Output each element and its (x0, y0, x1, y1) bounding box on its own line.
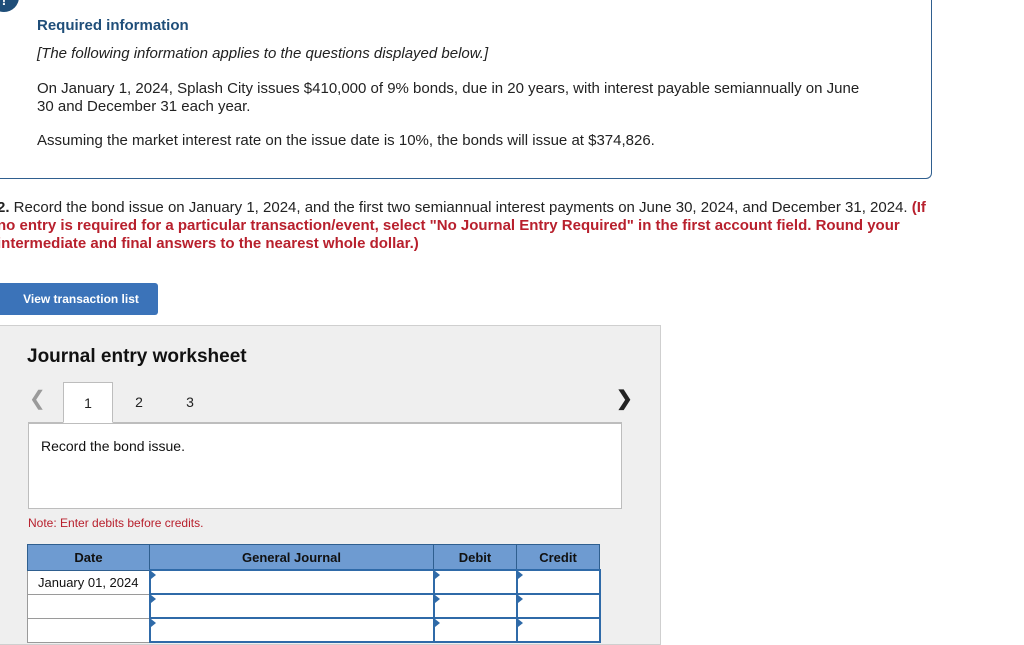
debit-input[interactable] (432, 617, 518, 643)
account-select[interactable] (148, 617, 435, 643)
date-cell: January 01, 2024 (27, 569, 150, 595)
tab-2[interactable]: 2 (114, 382, 164, 422)
table-header-row: Date General Journal Debit Credit (27, 544, 600, 571)
column-header-date: Date (27, 544, 150, 571)
credit-input[interactable] (515, 617, 601, 643)
column-header-general-journal: General Journal (149, 544, 434, 571)
tab-1[interactable]: 1 (63, 382, 113, 423)
account-select[interactable] (148, 569, 435, 595)
date-cell (27, 617, 150, 643)
journal-table: Date General Journal Debit Credit Januar… (27, 544, 601, 643)
column-header-credit: Credit (516, 544, 600, 571)
date-cell (27, 593, 150, 619)
tab-3[interactable]: 3 (165, 382, 215, 422)
table-row: January 01, 2024 (27, 569, 601, 595)
table-row (27, 617, 601, 643)
credit-input[interactable] (515, 569, 601, 595)
info-icon: ! (0, 0, 19, 12)
question-body: Record the bond issue on January 1, 2024… (9, 199, 912, 216)
worksheet-title: Journal entry worksheet (27, 346, 247, 367)
question-number: 2. (0, 199, 10, 216)
account-select[interactable] (148, 593, 435, 619)
chevron-right-icon[interactable]: ❯ (616, 386, 633, 411)
transaction-description-box: Record the bond issue. (28, 423, 622, 509)
required-information-panel: ! Required information [The following in… (0, 0, 932, 179)
debit-input[interactable] (432, 569, 518, 595)
chevron-left-icon[interactable]: ❮ (29, 386, 46, 411)
transaction-description: Record the bond issue. (41, 438, 185, 454)
debit-input[interactable] (432, 593, 518, 619)
entry-note: Note: Enter debits before credits. (28, 516, 204, 530)
view-transaction-list-button[interactable]: View transaction list (0, 283, 158, 315)
info-note: [The following information applies to th… (37, 45, 489, 62)
table-row (27, 593, 601, 619)
journal-entry-worksheet: Journal entry worksheet ❮ 1 2 3 ❯ Record… (0, 325, 661, 645)
credit-input[interactable] (515, 593, 601, 619)
column-header-debit: Debit (433, 544, 517, 571)
info-paragraph-1: On January 1, 2024, Splash City issues $… (37, 80, 860, 115)
question-text: 2. Record the bond issue on January 1, 2… (0, 199, 937, 253)
info-title: Required information (37, 17, 189, 34)
info-paragraph-2: Assuming the market interest rate on the… (37, 132, 655, 149)
